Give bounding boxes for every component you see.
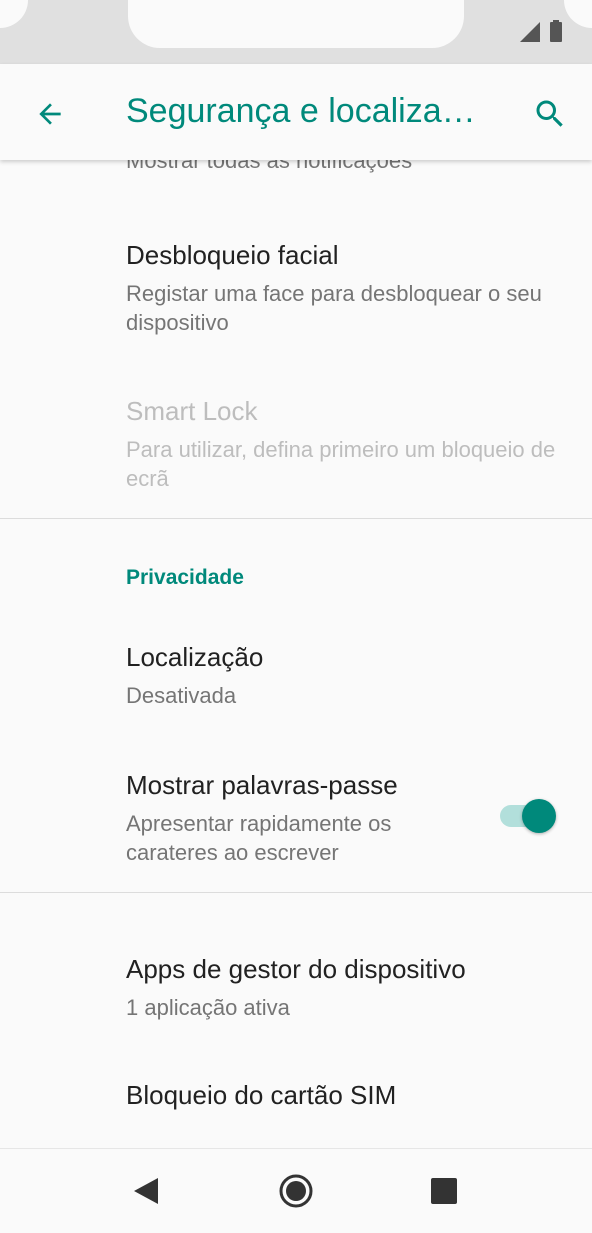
item-title: Localização: [126, 642, 264, 672]
status-icons: [520, 20, 562, 42]
nav-home-icon: [279, 1174, 313, 1208]
item-summary: Registar uma face para desbloquear o seu…: [126, 281, 542, 335]
item-title: Desbloqueio facial: [126, 240, 339, 270]
app-bar: Segurança e localiza…: [0, 64, 592, 160]
page-title: Segurança e localiza…: [126, 92, 476, 130]
navigation-bar: [0, 1148, 592, 1233]
display-notch: [128, 0, 464, 48]
device-admin-apps-item[interactable]: Apps de gestor do dispositivo 1 aplicaçã…: [126, 954, 566, 1022]
screen-corner: [0, 0, 28, 28]
section-header-privacy: Privacidade: [126, 566, 244, 589]
face-unlock-item[interactable]: Desbloqueio facial Registar uma face par…: [126, 240, 566, 337]
item-summary: Desativada: [126, 683, 237, 708]
search-button[interactable]: [526, 90, 574, 138]
search-icon: [536, 100, 563, 127]
divider: [0, 892, 592, 893]
back-button[interactable]: [26, 90, 74, 138]
signal-icon: [520, 22, 540, 42]
show-all-notifications-item[interactable]: Mostrar todas as notificações: [126, 160, 566, 174]
arrow-back-icon: [39, 103, 61, 125]
smart-lock-item: Smart Lock Para utilizar, defina primeir…: [126, 396, 566, 493]
show-passwords-item[interactable]: Mostrar palavras-passe Apresentar rapida…: [126, 770, 476, 867]
settings-list: Mostrar todas as notificações Desbloquei…: [0, 160, 592, 1148]
nav-home-button[interactable]: [272, 1167, 320, 1215]
divider: [0, 518, 592, 519]
sim-lock-item[interactable]: Bloqueio do cartão SIM: [126, 1080, 566, 1111]
nav-back-icon: [134, 1178, 158, 1204]
nav-back-button[interactable]: [122, 1167, 170, 1215]
battery-icon: [550, 20, 562, 42]
item-title: Mostrar todas as notificações: [126, 160, 413, 173]
item-title: Bloqueio do cartão SIM: [126, 1080, 397, 1110]
status-bar: [0, 0, 592, 64]
item-summary: Para utilizar, defina primeiro um bloque…: [126, 437, 556, 491]
nav-recents-icon: [431, 1178, 457, 1204]
item-title: Smart Lock: [126, 396, 258, 426]
item-title: Apps de gestor do dispositivo: [126, 954, 466, 984]
item-summary: 1 aplicação ativa: [126, 995, 290, 1020]
location-item[interactable]: Localização Desativada: [126, 642, 566, 710]
screen-corner: [564, 0, 592, 28]
show-passwords-toggle[interactable]: [498, 797, 558, 833]
toggle-thumb: [522, 799, 556, 833]
nav-recents-button[interactable]: [420, 1167, 468, 1215]
item-title: Mostrar palavras-passe: [126, 770, 398, 800]
item-summary: Apresentar rapidamente os carateres ao e…: [126, 811, 392, 865]
